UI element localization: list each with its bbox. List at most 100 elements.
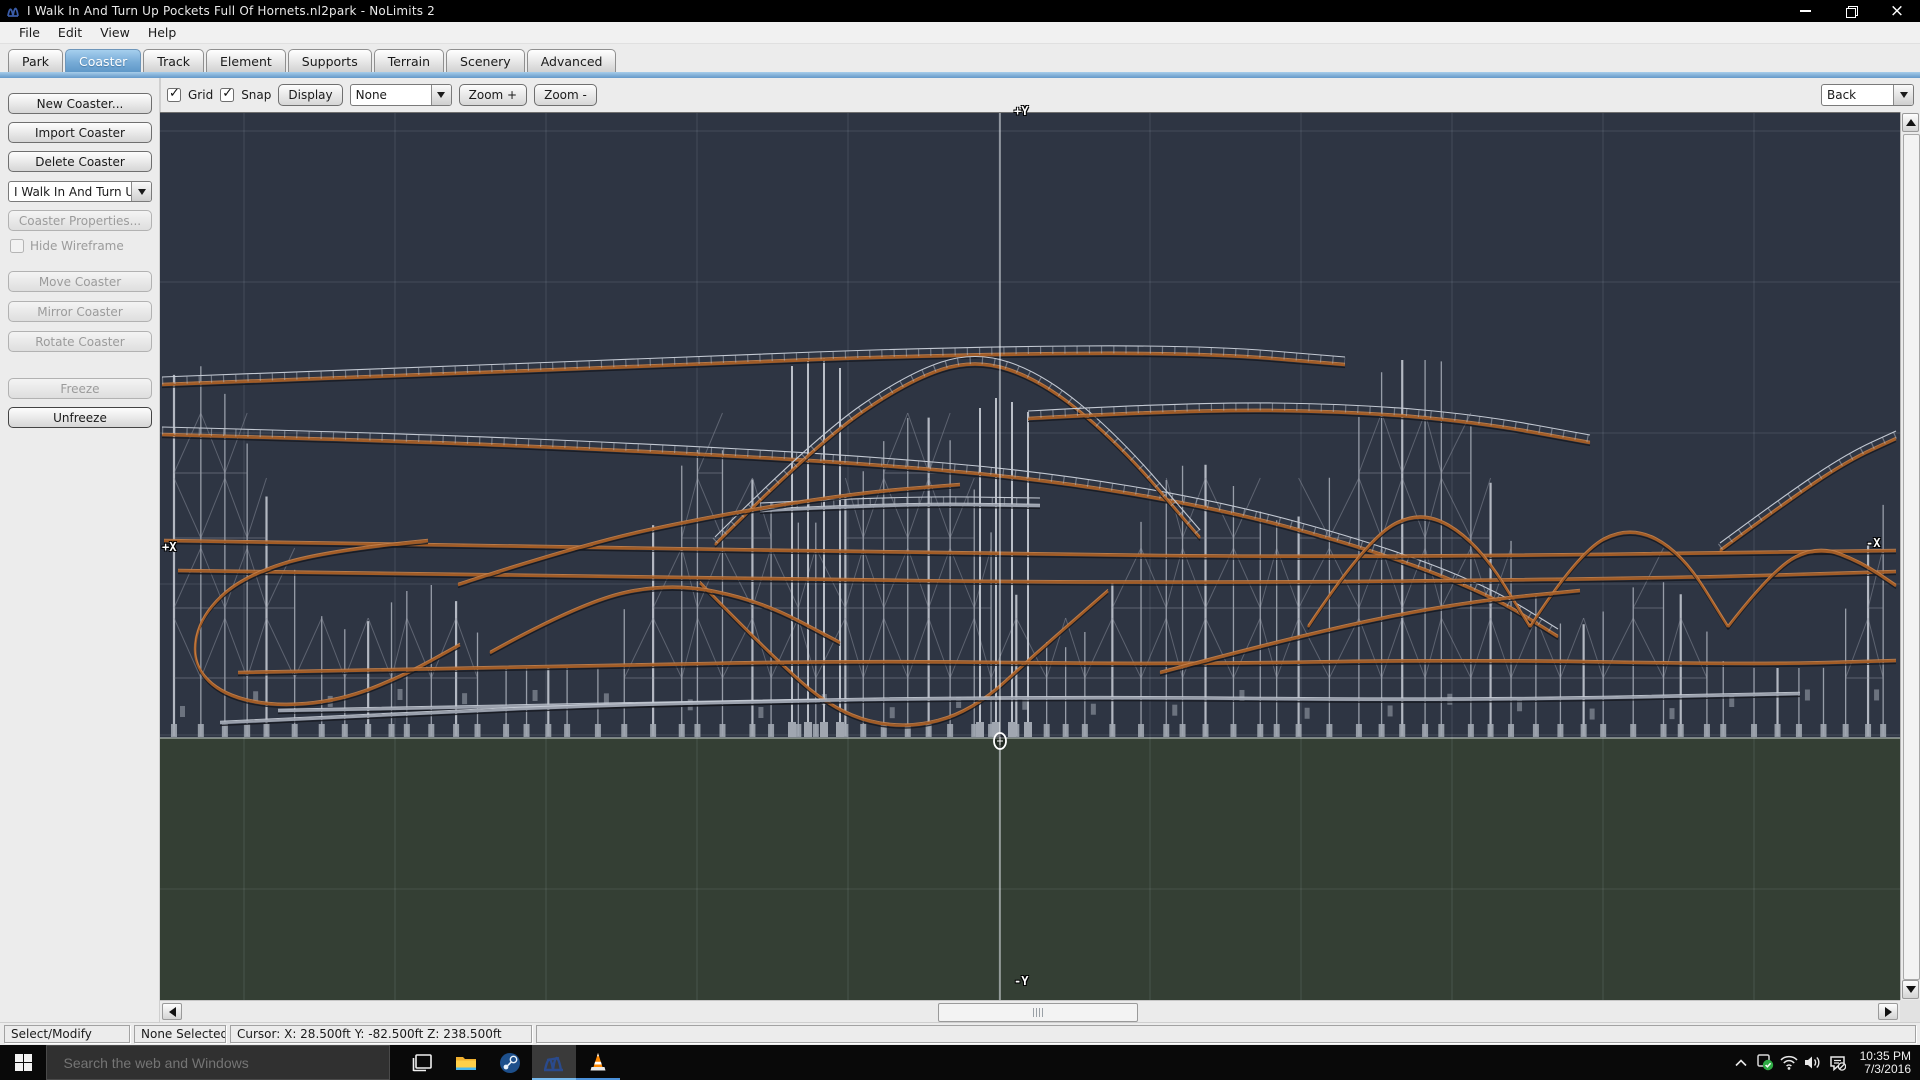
start-button[interactable]: [0, 1045, 46, 1080]
freeze-button[interactable]: Freeze: [8, 378, 152, 399]
delete-coaster-button[interactable]: Delete Coaster: [8, 151, 152, 172]
menu-file[interactable]: File: [10, 23, 49, 42]
task-view-button[interactable]: [400, 1045, 444, 1080]
display-mode-value: None: [355, 88, 387, 102]
title-bar: I Walk In And Turn Up Pockets Full Of Ho…: [0, 0, 1920, 22]
scroll-right-button[interactable]: [1878, 1003, 1898, 1020]
horizontal-scroll-thumb[interactable]: [938, 1003, 1138, 1022]
task-view-icon: [412, 1053, 432, 1071]
scroll-up-button[interactable]: [1902, 113, 1919, 132]
close-button[interactable]: ×: [1874, 0, 1920, 22]
sync-check-icon: [1756, 1054, 1773, 1071]
view-preset-arrow[interactable]: [1893, 85, 1913, 105]
rotate-coaster-button[interactable]: Rotate Coaster: [8, 331, 152, 352]
tray-volume-button[interactable]: [1801, 1045, 1825, 1080]
tray-expand-button[interactable]: [1729, 1045, 1753, 1080]
status-selection: None Selected: [134, 1025, 226, 1043]
tab-terrain[interactable]: Terrain: [373, 49, 445, 72]
import-coaster-button[interactable]: Import Coaster: [8, 122, 152, 143]
search-input[interactable]: [50, 1053, 386, 1072]
display-button[interactable]: Display: [278, 84, 343, 106]
restore-button[interactable]: [1828, 0, 1874, 22]
coaster-select[interactable]: I Walk In And Turn Up: [8, 181, 152, 202]
snap-label: Snap: [241, 88, 272, 102]
coaster-select-value: I Walk In And Turn Up: [14, 184, 131, 199]
tab-track[interactable]: Track: [143, 49, 205, 72]
vlc-taskbar-button[interactable]: [576, 1045, 620, 1080]
tab-park[interactable]: Park: [8, 49, 64, 72]
minimize-icon: [1799, 10, 1811, 12]
view-preset-select[interactable]: Back: [1821, 84, 1914, 106]
window-title: I Walk In And Turn Up Pockets Full Of Ho…: [27, 4, 436, 18]
vertical-scrollbar[interactable]: [1900, 112, 1920, 1000]
app-icon: [6, 4, 20, 18]
clock-date: 7/3/2016: [1864, 1061, 1911, 1076]
horizontal-scrollbar[interactable]: [160, 1000, 1900, 1022]
screen: { "window": { "title": "I Walk In And Tu…: [0, 0, 1920, 1080]
snap-checkbox[interactable]: [220, 86, 235, 102]
editor-viewport[interactable]: [160, 112, 1900, 1000]
chevron-up-icon: [1735, 1058, 1747, 1066]
status-cursor: Cursor: X: 28.500ft Y: -82.500ft Z: 238.…: [230, 1025, 532, 1043]
tab-scenery[interactable]: Scenery: [446, 49, 525, 72]
unfreeze-button[interactable]: Unfreeze: [8, 407, 152, 428]
action-center-icon: [1829, 1055, 1846, 1071]
viewport-canvas[interactable]: [160, 113, 1900, 1000]
hide-wireframe-checkbox[interactable]: [10, 239, 24, 253]
axis-label-minus-x: -X: [1866, 536, 1881, 550]
arrow-up-icon: [1905, 119, 1916, 126]
close-icon: ×: [1889, 0, 1905, 21]
coaster-sidebar: New Coaster... Import Coaster Delete Coa…: [0, 78, 160, 1022]
scroll-left-button[interactable]: [162, 1003, 182, 1020]
menu-edit[interactable]: Edit: [49, 23, 91, 42]
action-center-button[interactable]: [1825, 1045, 1849, 1080]
tab-supports[interactable]: Supports: [287, 49, 372, 72]
arrow-right-icon: [1884, 1006, 1892, 1017]
tab-advanced[interactable]: Advanced: [526, 49, 617, 72]
menu-help[interactable]: Help: [139, 23, 186, 42]
scrollbar-corner: [1900, 1000, 1920, 1022]
tab-element[interactable]: Element: [206, 49, 286, 72]
vertical-scroll-thumb[interactable]: [1903, 134, 1920, 980]
nolimits2-icon: [543, 1056, 563, 1071]
windows-logo-icon: [14, 1054, 32, 1071]
coaster-properties-button[interactable]: Coaster Properties...: [8, 210, 152, 231]
vlc-icon: [590, 1052, 606, 1070]
tray-network-button[interactable]: [1777, 1045, 1801, 1080]
tray-sync-button[interactable]: [1753, 1045, 1777, 1080]
minimize-button[interactable]: [1782, 0, 1828, 22]
steam-button[interactable]: [488, 1045, 532, 1080]
file-explorer-button[interactable]: [444, 1045, 488, 1080]
tab-bar: Park Coaster Track Element Supports Terr…: [0, 44, 1920, 72]
mirror-coaster-button[interactable]: Mirror Coaster: [8, 301, 152, 322]
scroll-down-button[interactable]: [1902, 980, 1919, 999]
axis-label-plus-x: +X: [162, 540, 177, 554]
system-tray: 10:35 PM 7/3/2016: [1729, 1045, 1920, 1080]
new-coaster-button[interactable]: New Coaster...: [8, 93, 152, 114]
status-extra: [536, 1025, 1916, 1043]
axis-label-minus-y: -Y: [1014, 974, 1029, 988]
taskbar-search[interactable]: [46, 1045, 390, 1080]
file-explorer-icon: [456, 1056, 476, 1070]
nolimits2-taskbar-button[interactable]: [532, 1045, 576, 1080]
menu-bar: File Edit View Help: [0, 22, 1920, 44]
zoom-out-button[interactable]: Zoom -: [534, 84, 597, 106]
grid-checkbox[interactable]: [167, 86, 181, 102]
taskbar-clock[interactable]: 10:35 PM 7/3/2016: [1849, 1048, 1920, 1076]
chevron-down-icon: [1899, 92, 1908, 98]
taskbar-gap: [390, 1045, 400, 1080]
tab-coaster[interactable]: Coaster: [65, 49, 142, 72]
status-bar: Select/Modify None Selected Cursor: X: 2…: [0, 1022, 1920, 1045]
restore-icon: [1845, 5, 1858, 18]
arrow-down-icon: [1905, 986, 1916, 993]
chevron-down-icon: [137, 188, 146, 195]
view-preset-value: Back: [1827, 88, 1857, 102]
move-coaster-button[interactable]: Move Coaster: [8, 271, 152, 292]
menu-view[interactable]: View: [91, 23, 139, 42]
clock-time: 10:35 PM: [1859, 1048, 1911, 1063]
zoom-in-button[interactable]: Zoom +: [458, 84, 528, 106]
display-mode-select[interactable]: None: [349, 84, 452, 106]
display-mode-arrow[interactable]: [430, 85, 451, 105]
status-mode: Select/Modify: [4, 1025, 130, 1043]
coaster-select-arrow[interactable]: [131, 182, 151, 201]
